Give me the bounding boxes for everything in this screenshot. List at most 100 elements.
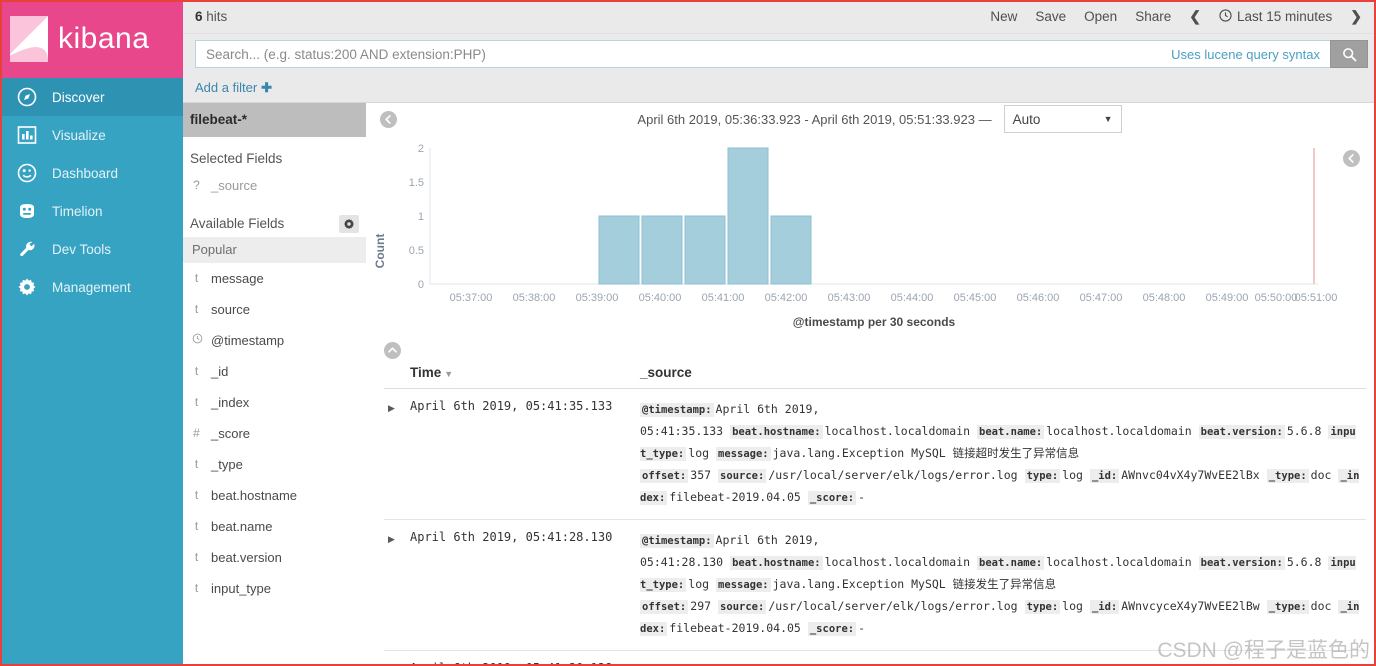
field-key: beat.version: [1198,424,1285,439]
source-cell: @timestamp:April 6th 2019, 05:41:20.128b… [636,650,1366,666]
search-input[interactable] [195,40,1162,69]
field-item-beat-hostname[interactable]: t beat.hostname [183,480,366,511]
field-value: log [1062,467,1083,482]
caret-right-icon[interactable]: ▶ [388,534,395,544]
field-value: AWnvcyceX4y7WvEE2lBw [1121,598,1260,613]
field-item-score[interactable]: # _score [183,418,366,449]
svg-text:05:43:00: 05:43:00 [828,292,871,304]
time-picker-button[interactable]: Last 15 minutes [1219,8,1333,25]
field-item-input-type[interactable]: t input_type [183,573,366,604]
source-column-header[interactable]: _source [636,358,1366,389]
field-key: source: [718,599,767,614]
field-item-beat-version[interactable]: t beat.version [183,542,366,573]
field-name: @timestamp [211,332,285,348]
field-value: filebeat-2019.04.05 [669,489,801,504]
selected-fields-header: Selected Fields [183,137,366,170]
histogram-time-range: April 6th 2019, 05:36:33.923 - April 6th… [637,111,992,127]
filter-bar: Add a filter ✚ [183,74,1376,103]
field-item-beat-name[interactable]: t beat.name [183,511,366,542]
index-pattern-label: filebeat-* [190,112,248,128]
kibana-wordmark: kibana [58,22,150,55]
field-type-string-icon: t [194,302,199,317]
discover-content: April 6th 2019, 05:36:33.923 - April 6th… [366,103,1376,666]
table-row[interactable]: ▶ April 6th 2019, 05:41:20.128 @timestam… [384,650,1366,666]
svg-text:05:46:00: 05:46:00 [1017,292,1060,304]
field-item-source-popular[interactable]: t source [183,294,366,325]
field-settings-button[interactable] [339,214,359,233]
field-key: offset: [640,599,689,614]
new-button[interactable]: New [990,9,1017,24]
field-item-id[interactable]: t _id [183,356,366,387]
index-pattern-selector[interactable]: filebeat-* [183,102,366,137]
right-collapse-icon[interactable] [1343,149,1360,167]
sidebar-item-dashboard[interactable]: Dashboard [0,154,183,192]
add-filter-button[interactable]: Add a filter ✚ [195,80,272,96]
table-row[interactable]: ▶ April 6th 2019, 05:41:28.130 @timestam… [384,519,1366,651]
open-button[interactable]: Open [1084,9,1117,24]
sidebar-item-timelion[interactable]: Timelion [0,192,183,230]
sidebar-item-management[interactable]: Management [0,268,183,306]
collapse-left-icon[interactable] [380,110,397,128]
field-type-string-icon: t [194,550,199,565]
field-type-string-icon: t [194,488,199,503]
kibana-k-logo-icon [8,14,52,64]
table-header-row: Time ▼ _source [384,358,1366,389]
sidebar-item-visualize[interactable]: Visualize [0,116,183,154]
interval-select[interactable]: Auto ▼ [1003,105,1122,134]
time-column-header[interactable]: Time ▼ [406,358,636,389]
table-row[interactable]: ▶ April 6th 2019, 05:41:35.133 @timestam… [384,388,1366,520]
plus-icon: ✚ [261,79,273,95]
sidebar-item-discover[interactable]: Discover [0,78,183,116]
expand-cell[interactable]: ▶ [384,519,406,651]
field-type-string-icon: t [194,395,199,410]
sort-desc-icon[interactable]: ▼ [444,369,453,379]
time-range-label: Last 15 minutes [1236,9,1333,25]
field-item-source[interactable]: ? _source [183,170,366,201]
field-item-index[interactable]: t _index [183,387,366,418]
field-key: _type: [1266,599,1309,614]
save-button[interactable]: Save [1035,9,1066,24]
histogram-svg: Count 2 1.5 1 0.5 0 05:37:00 05:38:00 05… [373,143,1337,329]
field-value: doc [1310,598,1332,613]
field-name: _type [211,456,243,472]
expand-cell[interactable]: ▶ [384,650,406,666]
add-filter-label: Add a filter [195,80,258,96]
kibana-app: kibana Discover Visualize Dashboard Time [0,0,1376,666]
field-item-timestamp[interactable]: @timestamp [183,325,366,356]
global-nav-sidebar: kibana Discover Visualize Dashboard Time [0,0,183,666]
sidebar-item-dev-tools[interactable]: Dev Tools [0,230,183,268]
field-key: message: [716,446,771,461]
search-button[interactable] [1330,40,1368,69]
kibana-logo[interactable]: kibana [0,0,183,78]
field-key: _type: [1266,468,1309,483]
field-key: _score: [807,490,857,505]
field-key: beat.name: [977,424,1045,439]
svg-text:1.5: 1.5 [409,177,424,189]
field-key: beat.hostname: [730,424,823,439]
field-item-message[interactable]: t message [183,263,366,294]
source-cell: @timestamp: April 6th 2019, 05:41:35.133 b… [636,388,1366,520]
histogram-chart[interactable]: Count 2 1.5 1 0.5 0 05:37:00 05:38:00 05… [366,136,1376,336]
field-value: 297 [690,598,712,613]
dashboard-icon [16,162,38,184]
field-key: beat.name: [977,555,1045,570]
chevron-right-icon[interactable]: ❯ [1350,8,1362,25]
share-button[interactable]: Share [1135,9,1171,24]
timelion-icon [16,200,38,222]
caret-right-icon[interactable]: ▶ [388,403,395,413]
chevron-left-icon[interactable]: ❮ [1189,8,1201,25]
field-item-type[interactable]: t _type [183,449,366,480]
sidebar-item-label: Dashboard [52,165,119,181]
svg-text:05:50:00: 05:50:00 [1255,292,1298,304]
field-type-string-icon: t [194,457,199,472]
histogram-title-group: April 6th 2019, 05:36:33.923 - April 6th… [397,105,1362,134]
field-key: type: [1024,599,1061,614]
field-value: filebeat-2019.04.05 [669,620,801,635]
field-key: @timestamp: [640,533,714,548]
field-value: 5.6.8 [1286,554,1322,569]
sidebar-item-label: Management [52,279,131,295]
expand-cell[interactable]: ▶ [384,388,406,520]
field-key: message: [716,577,771,592]
collapse-up-icon[interactable] [384,341,401,359]
svg-text:05:42:00: 05:42:00 [765,292,808,304]
